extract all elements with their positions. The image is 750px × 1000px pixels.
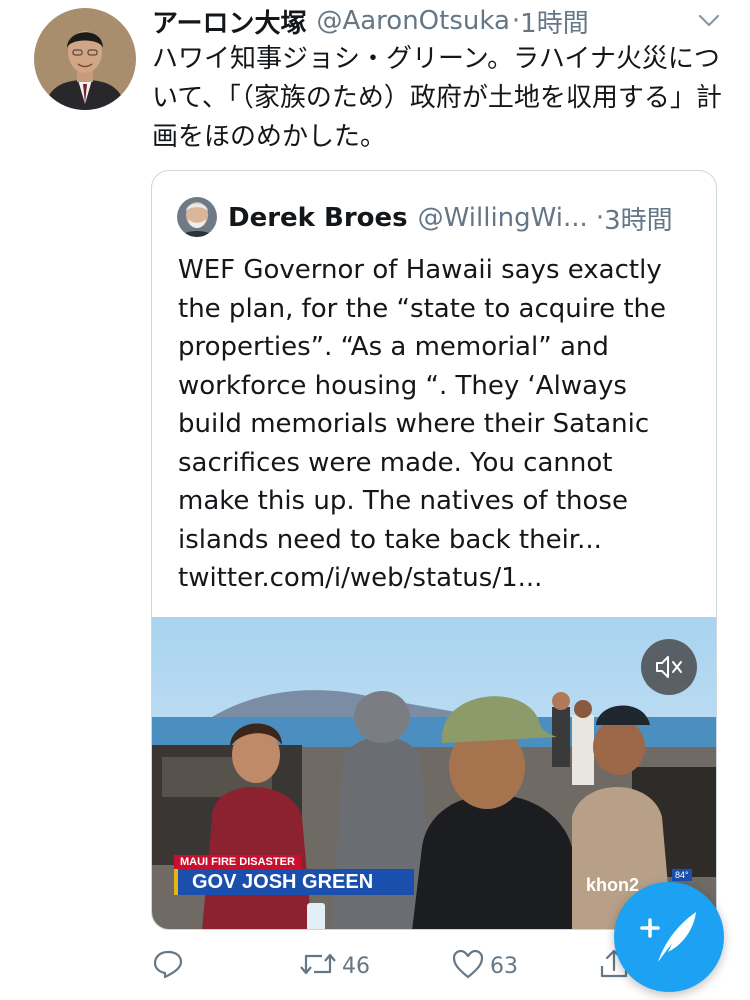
quoted-text-line: WEF Governor of Hawaii says exactly [178,255,662,285]
like-count: 63 [490,953,518,979]
heart-icon [450,946,486,986]
author-name[interactable]: アーロン大塚 [152,3,306,40]
quoted-text-line: build memorials where their Satanic [178,409,650,439]
author-avatar[interactable] [34,8,136,110]
temperature-badge: 84° [672,869,692,881]
reply-button[interactable] [150,944,190,988]
quoted-text-line: make this up. The natives of those [178,486,628,516]
tweet-timestamp[interactable]: 1時間 [520,3,589,40]
separator-dot: · [595,203,605,233]
quoted-tweet-timestamp: 3時間 [604,205,673,236]
separator-dot: · [511,6,521,36]
quoted-author-name[interactable]: Derek Broes [228,203,408,233]
author-handle[interactable]: @AaronOtsuka [316,6,509,36]
quoted-text-line: the plan, for the “state to acquire the [178,293,666,324]
tweet-text: ハワイ知事ジョシ・グリーン。ラハイナ火災について、「（家族のため）政府が土地を収… [152,44,722,152]
quoted-text-line: properties”. “As a memorial” and [178,332,609,362]
news-chyron-category: MAUI FIRE DISASTER [174,855,301,869]
retweet-button[interactable]: 46 [298,944,370,988]
quoted-text-line: workforce housing “. They ‘Always [178,370,627,401]
quoted-text-line: sacrifices were made. You cannot [178,447,613,478]
volume-mute-icon[interactable] [641,639,697,695]
retweet-count: 46 [342,953,370,979]
compose-tweet-icon [614,912,724,996]
retweet-icon [298,946,338,986]
quoted-tweet-text: WEF Governor of Hawaii says exactly the … [178,251,708,598]
quoted-tweet-header: Derek Broes @WillingWi... · 3時間 [228,199,708,237]
compose-tweet-button[interactable] [614,882,724,992]
quoted-author-handle[interactable]: @WillingWi... [418,203,588,233]
news-chyron-title: GOV JOSH GREEN [174,869,414,895]
reply-icon [150,946,186,986]
quoted-tweet-link[interactable]: twitter.com/i/web/status/1... [178,559,708,598]
quoted-text-line: islands need to take back their... [178,524,602,555]
like-button[interactable]: 63 [450,944,518,988]
chevron-down-icon[interactable] [694,8,724,32]
quoted-tweet[interactable]: Derek Broes @WillingWi... · 3時間 WEF Gove… [151,170,717,930]
tweet-header: アーロン大塚 @AaronOtsuka · 1時間 [152,3,682,40]
quoted-author-avatar [177,197,217,237]
